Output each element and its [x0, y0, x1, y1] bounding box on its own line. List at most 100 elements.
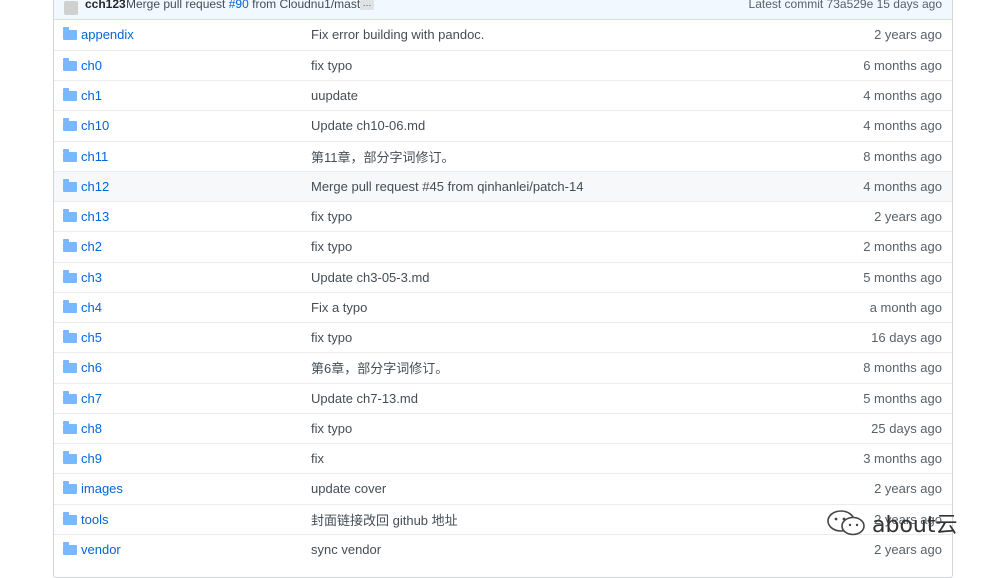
folder-icon — [63, 209, 77, 223]
commit-message-link[interactable]: sync vendor — [311, 542, 381, 557]
commit-author[interactable]: cch123 — [85, 0, 126, 11]
age-cell: 4 months ago — [791, 79, 952, 111]
file-name-link[interactable]: ch11 — [81, 149, 108, 164]
commit-age[interactable]: 4 months ago — [863, 179, 942, 194]
commit-age[interactable]: a month ago — [870, 300, 942, 315]
folder-cell — [54, 412, 81, 444]
watermark-text: about云 — [872, 513, 958, 538]
file-name-link[interactable]: ch7 — [81, 391, 102, 406]
file-name-link[interactable]: ch12 — [81, 179, 109, 194]
commit-age[interactable]: 3 months ago — [863, 451, 942, 466]
folder-cell — [54, 473, 81, 504]
commit-message-link[interactable]: Merge pull request #45 from qinhanlei/pa… — [311, 179, 583, 194]
file-name-link[interactable]: ch2 — [81, 239, 102, 254]
commit-age[interactable]: 5 months ago — [863, 391, 942, 406]
commit-message-link[interactable]: fix typo — [311, 239, 352, 254]
chat-bubble-logo-icon — [827, 510, 865, 536]
commit-message-link[interactable]: Update ch7-13.md — [311, 391, 418, 406]
pull-request-link[interactable]: #90 — [229, 0, 249, 11]
file-name-link[interactable]: appendix — [81, 27, 134, 42]
message-cell: fix typo — [311, 49, 791, 81]
expand-commit-button[interactable]: … — [360, 0, 374, 10]
table-row: ch6 第6章，部分字词修订。 8 months ago — [54, 352, 952, 383]
name-cell: ch11 — [81, 140, 311, 172]
commit-age[interactable]: 8 months ago — [863, 360, 942, 375]
age-cell: 16 days ago — [791, 321, 952, 353]
name-cell: ch2 — [81, 231, 311, 262]
folder-cell — [54, 231, 81, 262]
message-cell: Update ch10-06.md — [311, 110, 791, 141]
table-row: ch5 fix typo 16 days ago — [54, 321, 952, 353]
commit-age[interactable]: 2 years ago — [874, 481, 942, 496]
commit-age[interactable]: 16 days ago — [871, 330, 942, 345]
commit-message-link[interactable]: 封面链接改回 github 地址 — [311, 513, 458, 528]
commit-message-link[interactable]: fix typo — [311, 209, 352, 224]
file-name-link[interactable]: ch4 — [81, 300, 102, 315]
commit-message-link[interactable]: Update ch3-05-3.md — [311, 270, 430, 285]
file-name-link[interactable]: ch10 — [81, 118, 109, 133]
age-cell: 2 years ago — [791, 473, 952, 504]
file-name-link[interactable]: vendor — [81, 542, 121, 557]
name-cell: ch9 — [81, 442, 311, 474]
file-name-link[interactable]: ch0 — [81, 58, 102, 73]
commit-message-link[interactable]: update cover — [311, 481, 386, 496]
folder-cell — [54, 382, 81, 414]
folder-icon — [63, 390, 77, 404]
commit-age[interactable]: 2 years ago — [874, 209, 942, 224]
commit-message-link[interactable]: 第6章，部分字词修订。 — [311, 361, 448, 376]
name-cell: ch7 — [81, 382, 311, 414]
file-name-link[interactable]: tools — [81, 512, 108, 527]
age-cell: 8 months ago — [791, 140, 952, 172]
age-cell: 5 months ago — [791, 261, 952, 293]
commit-age[interactable]: 25 days ago — [871, 421, 942, 436]
commit-age[interactable]: 5 months ago — [863, 270, 942, 285]
commit-message[interactable]: Merge pull request #90 from Cloudnu1/mas… — [126, 0, 371, 11]
message-cell: Merge pull request #45 from qinhanlei/pa… — [311, 170, 791, 202]
folder-cell — [54, 200, 81, 232]
message-cell: Fix a typo — [311, 291, 791, 323]
avatar[interactable] — [64, 1, 78, 15]
commit-age[interactable]: 6 months ago — [863, 58, 942, 73]
file-name-link[interactable]: ch5 — [81, 330, 102, 345]
folder-icon — [63, 57, 77, 71]
latest-commit-info[interactable]: Latest commit 73a529e 15 days ago — [749, 0, 942, 11]
commit-message-link[interactable]: fix typo — [311, 330, 352, 345]
commit-age[interactable]: 4 months ago — [863, 118, 942, 133]
file-list: appendix Fix error building with pandoc. 2… — [54, 20, 952, 565]
folder-icon — [63, 451, 77, 465]
commit-message-link[interactable]: Fix a typo — [311, 300, 367, 315]
table-row: ch1 uupdate 4 months ago — [54, 79, 952, 111]
name-cell: ch3 — [81, 261, 311, 293]
file-name-link[interactable]: ch6 — [81, 360, 102, 375]
commit-message-link[interactable]: 第11章，部分字词修订。 — [311, 150, 455, 165]
commit-message-link[interactable]: fix — [311, 451, 324, 466]
table-row: images update cover 2 years ago — [54, 473, 952, 504]
table-row: ch11 第11章，部分字词修订。 8 months ago — [54, 140, 952, 172]
file-name-link[interactable]: images — [81, 481, 123, 496]
commit-age[interactable]: 4 months ago — [863, 88, 942, 103]
folder-cell — [54, 261, 81, 293]
file-name-link[interactable]: ch3 — [81, 270, 102, 285]
message-cell: fix typo — [311, 412, 791, 444]
commit-age[interactable]: 8 months ago — [863, 149, 942, 164]
file-name-link[interactable]: ch13 — [81, 209, 109, 224]
message-cell: sync vendor — [311, 533, 791, 565]
commit-message-link[interactable]: fix typo — [311, 421, 352, 436]
commit-message-link[interactable]: Update ch10-06.md — [311, 118, 425, 133]
name-cell: ch10 — [81, 110, 311, 141]
file-name-link[interactable]: ch1 — [81, 88, 102, 103]
commit-message-link[interactable]: Fix error building with pandoc. — [311, 27, 484, 42]
message-cell: fix — [311, 442, 791, 474]
folder-cell — [54, 49, 81, 81]
commit-age[interactable]: 2 months ago — [863, 239, 942, 254]
message-cell: 第6章，部分字词修订。 — [311, 352, 791, 383]
name-cell: tools — [81, 503, 311, 535]
message-cell: 第11章，部分字词修订。 — [311, 140, 791, 172]
commit-age[interactable]: 2 years ago — [874, 542, 942, 557]
commit-age[interactable]: 2 years ago — [874, 27, 942, 42]
commit-message-link[interactable]: fix typo — [311, 58, 352, 73]
commit-message-link[interactable]: uupdate — [311, 88, 358, 103]
message-cell: fix typo — [311, 200, 791, 232]
file-name-link[interactable]: ch9 — [81, 451, 102, 466]
file-name-link[interactable]: ch8 — [81, 421, 102, 436]
